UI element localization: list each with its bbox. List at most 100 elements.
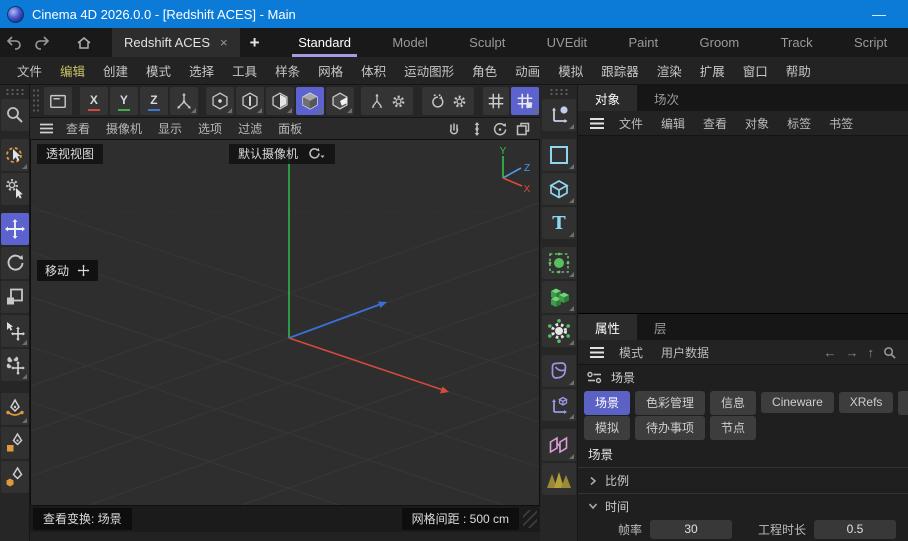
vp-menu-options[interactable]: 选项 bbox=[190, 120, 230, 137]
am-menu-userdata[interactable]: 用户数据 bbox=[652, 344, 718, 361]
rotate-tool-button[interactable] bbox=[1, 247, 29, 279]
field-object-button[interactable] bbox=[542, 355, 576, 387]
rail-drag-handle[interactable] bbox=[5, 88, 25, 96]
om-menu-file[interactable]: 文件 bbox=[610, 115, 652, 132]
attr-tab-info[interactable]: 信息 bbox=[710, 391, 756, 415]
am-menu-mode[interactable]: 模式 bbox=[610, 344, 652, 361]
volume-builder-button[interactable] bbox=[542, 281, 576, 313]
attr-tab-simulation[interactable]: 模拟 bbox=[584, 416, 630, 440]
scale-tool-button[interactable] bbox=[1, 281, 29, 313]
menu-render[interactable]: 渲染 bbox=[648, 61, 691, 80]
model-mode-button[interactable] bbox=[296, 87, 324, 115]
pen-square-button[interactable] bbox=[1, 427, 29, 459]
lock-z-axis-button[interactable]: Z bbox=[140, 87, 168, 115]
menu-mograph[interactable]: 运动图形 bbox=[395, 61, 463, 80]
grid-button[interactable] bbox=[483, 87, 509, 115]
menu-window[interactable]: 窗口 bbox=[734, 61, 777, 80]
layout-tab-paint[interactable]: Paint bbox=[623, 28, 665, 57]
group-time[interactable]: 时间 bbox=[578, 494, 908, 518]
menu-edit[interactable]: 编辑 bbox=[51, 61, 94, 80]
attr-tab-animation[interactable]: 动画 bbox=[898, 391, 908, 415]
select-move-tool-button[interactable] bbox=[1, 315, 29, 347]
minimize-button[interactable]: — bbox=[872, 6, 886, 22]
layout-tab-script[interactable]: Script bbox=[848, 28, 893, 57]
coordinate-system-button[interactable] bbox=[170, 87, 198, 115]
om-menu-bookmarks[interactable]: 书签 bbox=[820, 115, 862, 132]
camera-rotate-icon[interactable] bbox=[306, 147, 326, 161]
view-name-label[interactable]: 透视视图 bbox=[37, 144, 103, 164]
add-tab-button[interactable]: + bbox=[240, 28, 270, 57]
redo-button[interactable] bbox=[28, 28, 56, 57]
menu-character[interactable]: 角色 bbox=[463, 61, 506, 80]
layout-tab-standard[interactable]: Standard bbox=[292, 28, 357, 57]
text-object-button[interactable]: T bbox=[542, 207, 576, 239]
orbit-icon[interactable] bbox=[492, 121, 508, 137]
menu-simulate[interactable]: 模拟 bbox=[549, 61, 592, 80]
edges-mode-button[interactable] bbox=[236, 87, 264, 115]
vp-menu-filter[interactable]: 过滤 bbox=[230, 120, 270, 137]
simulation-move-tool-button[interactable] bbox=[1, 349, 29, 381]
attr-tab-todo[interactable]: 待办事项 bbox=[635, 416, 705, 440]
tweak-tool-button[interactable] bbox=[1, 173, 29, 205]
layout-tab-uvedit[interactable]: UVEdit bbox=[541, 28, 593, 57]
tab-takes[interactable]: 场次 bbox=[637, 85, 696, 111]
menu-volume[interactable]: 体积 bbox=[352, 61, 395, 80]
reset-rotation-button[interactable] bbox=[422, 87, 474, 115]
search-icon[interactable] bbox=[883, 346, 896, 359]
simulation-button[interactable] bbox=[542, 315, 576, 347]
landscape-button[interactable] bbox=[542, 463, 576, 495]
menu-file[interactable]: 文件 bbox=[8, 61, 51, 80]
attr-tab-cineware[interactable]: Cineware bbox=[761, 392, 834, 413]
project-duration-input[interactable]: 0.5 bbox=[814, 520, 896, 539]
snap-grid-button[interactable] bbox=[511, 87, 539, 115]
modeling-axis-button[interactable] bbox=[361, 87, 413, 115]
close-tab-icon[interactable]: × bbox=[220, 35, 228, 50]
fps-input[interactable]: 30 bbox=[650, 520, 732, 539]
undo-button[interactable] bbox=[0, 28, 28, 57]
menu-spline[interactable]: 样条 bbox=[266, 61, 309, 80]
coordinates-tool-button[interactable] bbox=[542, 99, 576, 131]
toolbar-drag-handle[interactable] bbox=[32, 88, 40, 114]
pen-polygon-button[interactable] bbox=[1, 461, 29, 493]
attr-tab-nodes[interactable]: 节点 bbox=[710, 416, 756, 440]
om-menu-edit[interactable]: 编辑 bbox=[652, 115, 694, 132]
menu-mode[interactable]: 模式 bbox=[137, 61, 180, 80]
object-manager-hamburger-icon[interactable] bbox=[589, 117, 605, 130]
lock-y-axis-button[interactable]: Y bbox=[110, 87, 138, 115]
layout-tab-sculpt[interactable]: Sculpt bbox=[463, 28, 511, 57]
lock-x-axis-button[interactable]: X bbox=[80, 87, 108, 115]
move-tool-button[interactable] bbox=[1, 213, 29, 245]
menu-tools[interactable]: 工具 bbox=[223, 61, 266, 80]
document-tab[interactable]: Redshift ACES × bbox=[112, 28, 240, 57]
om-menu-objects[interactable]: 对象 bbox=[736, 115, 778, 132]
vp-menu-panel[interactable]: 面板 bbox=[270, 120, 310, 137]
render-planes-button[interactable] bbox=[542, 429, 576, 461]
parent-up-icon[interactable]: ↑ bbox=[868, 345, 875, 360]
object-list[interactable] bbox=[578, 136, 908, 313]
layout-tab-groom[interactable]: Groom bbox=[694, 28, 746, 57]
texture-mode-button[interactable] bbox=[326, 87, 354, 115]
home-button[interactable] bbox=[70, 28, 98, 57]
points-mode-button[interactable] bbox=[206, 87, 234, 115]
attr-tab-xrefs[interactable]: XRefs bbox=[839, 392, 894, 413]
toggle-panes-icon[interactable] bbox=[515, 121, 531, 137]
om-menu-tags[interactable]: 标签 bbox=[778, 115, 820, 132]
vp-menu-view[interactable]: 查看 bbox=[58, 120, 98, 137]
zoom-tool-button[interactable] bbox=[1, 99, 29, 131]
menu-tracker[interactable]: 跟踪器 bbox=[592, 61, 648, 80]
attr-tab-color-management[interactable]: 色彩管理 bbox=[635, 391, 705, 415]
history-back-icon[interactable]: ← bbox=[824, 345, 837, 360]
attr-tab-scene[interactable]: 场景 bbox=[584, 391, 630, 415]
tab-layers[interactable]: 层 bbox=[637, 314, 684, 340]
workplane-button[interactable] bbox=[44, 87, 72, 115]
menu-select[interactable]: 选择 bbox=[180, 61, 223, 80]
polygons-mode-button[interactable] bbox=[266, 87, 294, 115]
primitive-cube-button[interactable] bbox=[542, 173, 576, 205]
subdivision-surface-button[interactable] bbox=[542, 247, 576, 279]
resize-grip[interactable] bbox=[523, 510, 537, 528]
pan-hand-icon[interactable] bbox=[446, 121, 462, 137]
vp-menu-display[interactable]: 显示 bbox=[150, 120, 190, 137]
viewport-hamburger-icon[interactable] bbox=[39, 122, 54, 135]
tab-attributes[interactable]: 属性 bbox=[578, 314, 637, 340]
tab-objects[interactable]: 对象 bbox=[578, 85, 637, 111]
